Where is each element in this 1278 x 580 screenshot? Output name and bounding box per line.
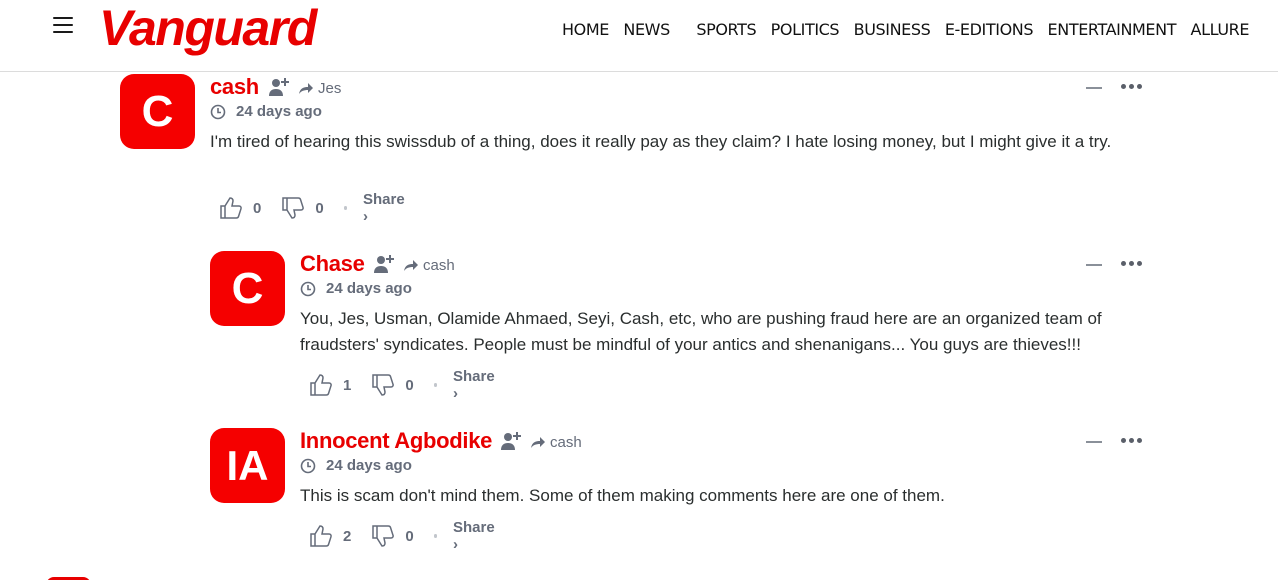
- nav-sports[interactable]: SPORTS: [696, 20, 756, 39]
- separator-dot: [433, 534, 438, 538]
- share-button[interactable]: Share ›: [363, 191, 405, 225]
- comment-author[interactable]: Innocent Agbodike: [300, 428, 492, 454]
- follow-user-icon[interactable]: [268, 76, 292, 98]
- separator-dot: [433, 383, 438, 387]
- downvote-button[interactable]: 0: [371, 524, 414, 548]
- comment-actions: 1 0 Share ›: [309, 368, 495, 402]
- downvote-button[interactable]: 0: [371, 373, 414, 397]
- nav-allure[interactable]: ALLURE: [1191, 20, 1250, 39]
- comment-author[interactable]: Chase: [300, 251, 365, 277]
- nav-business[interactable]: BUSINESS: [854, 20, 931, 39]
- comment-author[interactable]: cash: [210, 74, 259, 100]
- downvote-count: 0: [315, 199, 324, 217]
- thumbs-up-icon: [310, 374, 332, 396]
- comment-actions: 0 0 Share ›: [219, 191, 405, 225]
- reply-to[interactable]: Jes: [298, 80, 341, 97]
- time-text: 24 days ago: [236, 103, 322, 120]
- nav-politics[interactable]: POLITICS: [771, 20, 840, 39]
- comment-body: You, Jes, Usman, Olamide Ahmaed, Seyi, C…: [300, 309, 1102, 354]
- main-nav: HOME NEWS SPORTS POLITICS BUSINESS E-EDI…: [562, 20, 1259, 40]
- upvote-button[interactable]: 2: [309, 524, 351, 548]
- reply-to-name: cash: [423, 257, 455, 274]
- reply-arrow-icon: [299, 82, 313, 94]
- comment-body: This is scam don't mind them. Some of th…: [300, 486, 945, 505]
- upvote-count: 0: [253, 199, 262, 217]
- downvote-count: 0: [405, 527, 414, 545]
- time-text: 24 days ago: [326, 280, 412, 297]
- follow-user-icon[interactable]: [500, 430, 524, 452]
- more-options-icon[interactable]: [1121, 261, 1145, 266]
- upvote-button[interactable]: 0: [219, 196, 261, 220]
- time-text: 24 days ago: [326, 457, 412, 474]
- site-logo[interactable]: Vanguard: [99, 0, 317, 56]
- more-options-icon[interactable]: [1121, 438, 1145, 443]
- collapse-icon[interactable]: [1086, 441, 1102, 443]
- thumbs-down-icon: [372, 525, 395, 547]
- thumbs-down-icon: [372, 374, 395, 396]
- nav-entertainment[interactable]: ENTERTAINMENT: [1048, 20, 1177, 39]
- comment-actions: 2 0 Share ›: [309, 519, 495, 553]
- hamburger-menu-icon[interactable]: [53, 17, 73, 33]
- nav-news[interactable]: NEWS: [623, 20, 670, 39]
- downvote-count: 0: [405, 376, 414, 394]
- reply-arrow-icon: [404, 259, 418, 271]
- thumbs-down-icon: [282, 197, 305, 219]
- comment-body: I'm tired of hearing this swissdub of a …: [210, 132, 1112, 151]
- comment-time[interactable]: 24 days ago: [300, 280, 412, 297]
- upvote-count: 2: [343, 527, 352, 545]
- nav-home[interactable]: HOME: [562, 20, 609, 39]
- follow-user-icon[interactable]: [373, 253, 397, 275]
- nav-e-editions[interactable]: E-EDITIONS: [945, 20, 1034, 39]
- reply-arrow-icon: [531, 436, 545, 448]
- avatar[interactable]: IA: [210, 428, 285, 503]
- share-button[interactable]: Share ›: [453, 368, 495, 402]
- collapse-icon[interactable]: [1086, 264, 1102, 266]
- clock-icon: [210, 104, 226, 119]
- clock-icon: [300, 281, 316, 296]
- share-button[interactable]: Share ›: [453, 519, 495, 553]
- reply-to[interactable]: cash: [530, 434, 582, 451]
- reply-to-name: cash: [550, 434, 582, 451]
- avatar[interactable]: C: [120, 74, 195, 149]
- more-options-icon[interactable]: [1121, 84, 1145, 89]
- collapse-icon[interactable]: [1086, 87, 1102, 89]
- upvote-button[interactable]: 1: [309, 373, 351, 397]
- downvote-button[interactable]: 0: [281, 196, 324, 220]
- thumbs-up-icon: [220, 197, 242, 219]
- upvote-count: 1: [343, 376, 352, 394]
- comment-time[interactable]: 24 days ago: [300, 457, 412, 474]
- separator-dot: [343, 206, 348, 210]
- reply-to[interactable]: cash: [403, 257, 455, 274]
- comment-time[interactable]: 24 days ago: [210, 103, 322, 120]
- avatar[interactable]: C: [210, 251, 285, 326]
- clock-icon: [300, 458, 316, 473]
- thumbs-up-icon: [310, 525, 332, 547]
- reply-to-name: Jes: [318, 80, 342, 97]
- site-header: Vanguard HOME NEWS SPORTS POLITICS BUSIN…: [0, 0, 1278, 72]
